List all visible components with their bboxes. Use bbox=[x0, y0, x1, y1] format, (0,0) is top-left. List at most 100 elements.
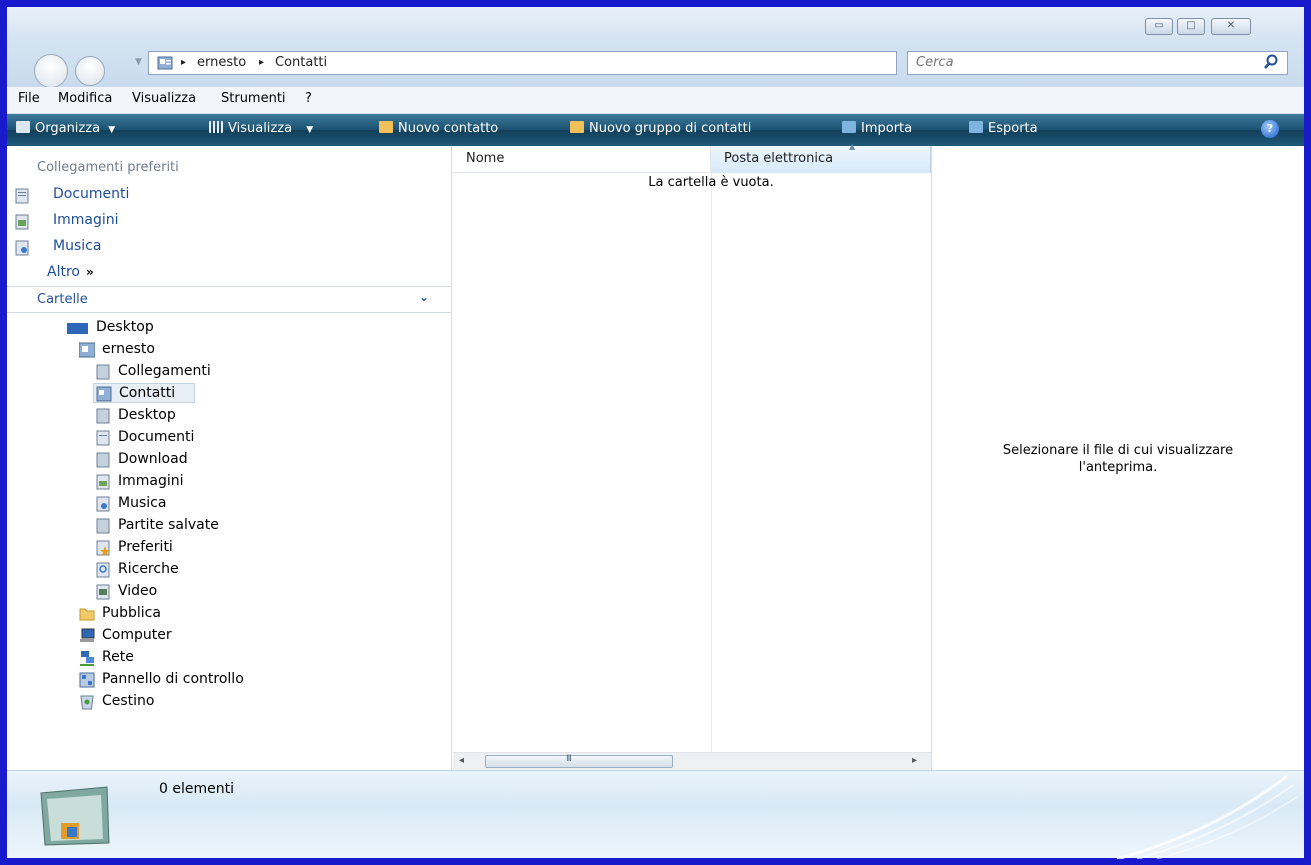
network-icon bbox=[80, 651, 94, 666]
favorite-label: Documenti bbox=[53, 186, 130, 202]
breadcrumb-contatti[interactable]: Contatti bbox=[275, 55, 327, 70]
contacts-folder-icon bbox=[157, 56, 173, 70]
minimize-button[interactable]: ▭ bbox=[1145, 18, 1173, 35]
tree-label: Collegamenti bbox=[118, 363, 211, 379]
address-row: ▼ ▸ ernesto ▸ Contatti ▼ ↹ bbox=[7, 41, 1304, 88]
maximize-button[interactable]: □ bbox=[1177, 18, 1205, 35]
tree-label: Cestino bbox=[102, 693, 155, 709]
tree-label: Musica bbox=[118, 495, 167, 511]
recycle-bin-icon bbox=[80, 695, 94, 710]
documents-icon bbox=[15, 188, 29, 204]
scroll-right-icon[interactable]: ▸ bbox=[912, 755, 917, 766]
command-toolbar: Organizza ▼ Visualizza ▼ Nuovo contatto … bbox=[7, 114, 1304, 146]
search-icon[interactable] bbox=[1263, 54, 1279, 70]
sort-ascending-icon: ▲ bbox=[849, 142, 856, 151]
nuovo-gruppo-button[interactable]: Nuovo gruppo di contatti bbox=[570, 121, 751, 136]
scrollbar-thumb[interactable]: III bbox=[485, 754, 673, 768]
menu-help[interactable]: ? bbox=[305, 91, 312, 106]
tree-label: Computer bbox=[102, 627, 172, 643]
import-icon bbox=[842, 121, 856, 133]
horizontal-scrollbar[interactable]: ◂ III ▸ bbox=[453, 752, 931, 770]
divider bbox=[7, 312, 451, 313]
menu-bar: File Modifica Visualizza Strumenti ? bbox=[7, 87, 1304, 114]
help-icon[interactable]: ? bbox=[1261, 120, 1279, 138]
dropdown-arrow-icon: ▼ bbox=[108, 125, 116, 135]
column-divider bbox=[711, 173, 712, 753]
minimize-icon: ▭ bbox=[1154, 20, 1164, 31]
user-folder-icon bbox=[79, 342, 95, 358]
scroll-left-icon[interactable]: ◂ bbox=[459, 755, 464, 766]
menu-strumenti[interactable]: Strumenti bbox=[221, 91, 286, 106]
preview-message-line: Selezionare il file di cui visualizzare bbox=[1002, 443, 1234, 458]
preview-message: Selezionare il file di cui visualizzare … bbox=[945, 442, 1291, 476]
double-chevron-icon: » bbox=[85, 265, 94, 279]
tree-label: Preferiti bbox=[118, 539, 173, 555]
tree-label: Documenti bbox=[118, 429, 195, 445]
more-label: Altro bbox=[47, 264, 80, 280]
column-header-posta-elettronica[interactable]: ▲ Posta elettronica bbox=[711, 142, 931, 173]
empty-folder-message: La cartella è vuota. bbox=[648, 175, 774, 190]
chevron-down-icon[interactable]: ⌄ bbox=[419, 290, 429, 304]
recent-pages-dropdown-icon[interactable]: ▼ bbox=[135, 57, 142, 67]
back-button[interactable] bbox=[34, 54, 68, 88]
close-button[interactable]: ✕ bbox=[1211, 18, 1251, 35]
tree-label: Video bbox=[118, 583, 158, 599]
importa-label: Importa bbox=[861, 121, 913, 136]
views-icon bbox=[209, 121, 223, 133]
tree-label: ernesto bbox=[102, 341, 155, 357]
search-input[interactable] bbox=[916, 55, 1246, 70]
file-list-pane: Nome ▲ Posta elettronica La cartella è v… bbox=[453, 142, 932, 770]
pictures-icon bbox=[15, 214, 29, 230]
folder-icon bbox=[96, 364, 110, 380]
visualizza-label: Visualizza bbox=[228, 121, 293, 136]
nuovo-gruppo-label: Nuovo gruppo di contatti bbox=[589, 121, 752, 136]
favorite-label: Musica bbox=[53, 238, 102, 254]
esporta-label: Esporta bbox=[988, 121, 1038, 136]
export-icon bbox=[969, 121, 983, 133]
menu-modifica[interactable]: Modifica bbox=[58, 91, 112, 106]
searches-icon bbox=[96, 562, 110, 578]
folder-icon bbox=[96, 452, 110, 468]
preview-pane: Selezionare il file di cui visualizzare … bbox=[933, 146, 1304, 770]
esporta-button[interactable]: Esporta bbox=[969, 121, 1038, 136]
column-header-nome[interactable]: Nome bbox=[453, 146, 711, 173]
favorite-label: Immagini bbox=[53, 212, 119, 228]
tree-label: Partite salvate bbox=[118, 517, 219, 533]
dropdown-arrow-icon: ▼ bbox=[306, 125, 314, 135]
more-links[interactable]: Altro » bbox=[47, 264, 94, 280]
maximize-icon: □ bbox=[1186, 20, 1196, 31]
pictures-icon bbox=[96, 474, 110, 490]
title-bar: ▭ □ ✕ bbox=[7, 7, 1304, 41]
divider bbox=[7, 286, 451, 287]
close-icon: ✕ bbox=[1226, 20, 1236, 31]
nuovo-contatto-button[interactable]: Nuovo contatto bbox=[379, 121, 498, 136]
importa-button[interactable]: Importa bbox=[842, 121, 912, 136]
contacts-folder-icon bbox=[96, 386, 112, 402]
breadcrumb-ernesto[interactable]: ernesto bbox=[197, 55, 246, 70]
navigation-pane: Collegamenti preferiti Documenti Immagin… bbox=[7, 146, 452, 770]
computer-icon bbox=[80, 628, 95, 642]
menu-file[interactable]: File bbox=[18, 91, 40, 106]
tree-label: Ricerche bbox=[118, 561, 179, 577]
folder-icon bbox=[96, 518, 110, 534]
desktop-icon bbox=[67, 323, 88, 334]
tree-label: Desktop bbox=[118, 407, 176, 423]
search-box[interactable] bbox=[907, 51, 1288, 75]
music-icon bbox=[96, 496, 110, 512]
tree-label: Download bbox=[118, 451, 188, 467]
scrollbar-grip: III bbox=[566, 754, 572, 764]
forward-button[interactable] bbox=[75, 56, 105, 86]
control-panel-icon bbox=[79, 672, 95, 688]
documents-icon bbox=[96, 430, 110, 446]
folder-icon bbox=[96, 408, 110, 424]
tree-label: Pubblica bbox=[102, 605, 161, 621]
decorative-swoosh bbox=[1116, 774, 1297, 859]
menu-visualizza[interactable]: Visualizza bbox=[132, 91, 196, 106]
breadcrumb-separator-icon: ▸ bbox=[181, 57, 187, 68]
address-bar[interactable]: ▸ ernesto ▸ Contatti ▼ ↹ bbox=[148, 51, 1029, 75]
visualizza-button[interactable]: Visualizza ▼ bbox=[209, 121, 313, 136]
organizza-button[interactable]: Organizza ▼ bbox=[16, 121, 115, 136]
tree-label: Rete bbox=[102, 649, 134, 665]
tree-item-contatti[interactable]: Contatti bbox=[93, 383, 195, 403]
folders-header[interactable]: Cartelle bbox=[37, 292, 88, 307]
